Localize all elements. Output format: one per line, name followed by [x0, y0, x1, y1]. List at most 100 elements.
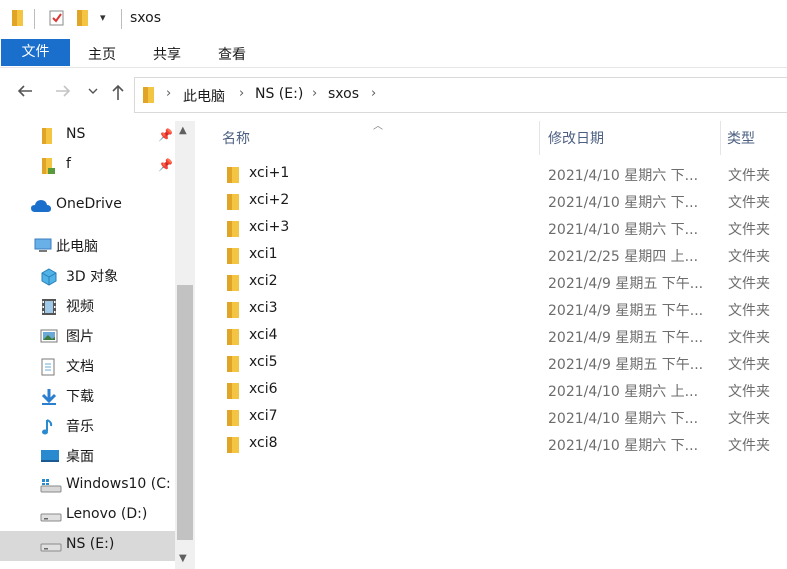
navigation-pane: NS 📌 f 📌 OneDrive 此电脑 3D 对象 视频 图片 文档 下载 … [0, 121, 196, 569]
table-row[interactable]: xci3 2021/4/9 星期五 下午... 文件夹 [221, 296, 787, 323]
drive-icon [40, 538, 62, 554]
nav-item-ns[interactable]: NS 📌 [0, 121, 175, 151]
folder-icon [226, 167, 240, 183]
address-bar[interactable]: › 此电脑 › NS (E:) › sxos › [134, 77, 787, 113]
tab-file[interactable]: 文件 [1, 39, 70, 66]
file-list: ︿ 名称 修改日期 类型 xci+1 2021/4/10 星期六 下... 文件夹 x… [196, 121, 787, 569]
breadcrumb-this-pc[interactable]: 此电脑 [183, 86, 225, 106]
breadcrumb-chevron-icon[interactable]: › [312, 86, 317, 101]
file-name: xci2 [249, 273, 278, 289]
folder-icon [40, 128, 58, 144]
pin-icon[interactable]: 📌 [158, 158, 173, 172]
folder-icon [226, 329, 240, 345]
breadcrumb-chevron-icon[interactable]: › [166, 86, 171, 101]
breadcrumb-ns-drive[interactable]: NS (E:) [255, 86, 303, 102]
file-modified-date: 2021/4/10 星期六 下... [548, 411, 699, 427]
nav-item-label: 文档 [66, 359, 94, 375]
scroll-thumb[interactable] [177, 285, 193, 540]
window-title: sxos [130, 10, 162, 26]
nav-item-onedrive[interactable]: OneDrive [0, 191, 175, 221]
folder-icon [11, 9, 25, 27]
nav-item-desktop[interactable]: 桌面 [0, 441, 175, 471]
nav-item-label: 桌面 [66, 449, 94, 465]
file-modified-date: 2021/4/9 星期五 下午... [548, 357, 704, 373]
nav-item-pictures[interactable]: 图片 [0, 321, 175, 351]
file-type: 文件夹 [728, 303, 770, 319]
up-button[interactable] [110, 83, 126, 101]
table-row[interactable]: xci5 2021/4/9 星期五 下午... 文件夹 [221, 350, 787, 377]
nav-item-label: Windows10 (C: [66, 476, 171, 492]
file-name: xci+1 [249, 165, 290, 181]
table-row[interactable]: xci4 2021/4/9 星期五 下午... 文件夹 [221, 323, 787, 350]
breadcrumb-chevron-icon[interactable]: › [239, 86, 244, 101]
new-folder-icon[interactable] [76, 9, 90, 27]
breadcrumb-chevron-icon[interactable]: › [371, 86, 376, 101]
file-name: xci7 [249, 408, 278, 424]
downloads-icon [40, 388, 58, 405]
file-modified-date: 2021/4/10 星期六 下... [548, 438, 699, 454]
folder-icon [226, 221, 240, 237]
table-row[interactable]: xci1 2021/2/25 星期四 上... 文件夹 [221, 242, 787, 269]
tab-view[interactable]: 查看 [218, 44, 246, 64]
this-pc-icon [33, 238, 52, 254]
file-name: xci3 [249, 300, 278, 316]
file-modified-date: 2021/4/10 星期六 下... [548, 195, 699, 211]
folder-icon [226, 248, 240, 264]
nav-item-lenovo-drive[interactable]: Lenovo (D:) [0, 501, 175, 531]
file-modified-date: 2021/4/10 星期六 下... [548, 168, 699, 184]
nav-item-label: 此电脑 [56, 239, 98, 255]
recent-locations-chevron-icon[interactable] [88, 87, 98, 95]
nav-item-this-pc[interactable]: 此电脑 [0, 231, 175, 261]
file-modified-date: 2021/4/10 星期六 下... [548, 222, 699, 238]
scroll-down-icon[interactable]: ▼ [179, 553, 187, 564]
pin-icon[interactable]: 📌 [158, 128, 173, 142]
nav-item-videos[interactable]: 视频 [0, 291, 175, 321]
column-header-date[interactable]: 修改日期 [548, 128, 604, 148]
nav-item-label: f [66, 156, 71, 172]
file-type: 文件夹 [728, 330, 770, 346]
nav-item-f[interactable]: f 📌 [0, 151, 175, 181]
navigation-bar: › 此电脑 › NS (E:) › sxos › [0, 69, 787, 121]
pictures-icon [40, 328, 58, 344]
nav-scrollbar[interactable]: ▲ ▼ [175, 121, 195, 569]
file-modified-date: 2021/4/9 星期五 下午... [548, 303, 704, 319]
tab-share[interactable]: 共享 [153, 44, 181, 64]
table-row[interactable]: xci+3 2021/4/10 星期六 下... 文件夹 [221, 215, 787, 242]
nav-item-music[interactable]: 音乐 [0, 411, 175, 441]
back-button[interactable] [16, 83, 34, 99]
column-header-type[interactable]: 类型 [727, 128, 755, 148]
file-name: xci4 [249, 327, 278, 343]
table-row[interactable]: xci+2 2021/4/10 星期六 下... 文件夹 [221, 188, 787, 215]
nav-item-ns-drive[interactable]: NS (E:) [0, 531, 175, 561]
nav-item-label: Lenovo (D:) [66, 506, 148, 522]
table-row[interactable]: xci2 2021/4/9 星期五 下午... 文件夹 [221, 269, 787, 296]
column-header-name[interactable]: 名称 [222, 128, 250, 148]
table-row[interactable]: xci+1 2021/4/10 星期六 下... 文件夹 [221, 161, 787, 188]
properties-icon[interactable] [48, 9, 66, 27]
quick-access-dropdown-icon[interactable]: ▾ [100, 11, 106, 24]
scroll-up-icon[interactable]: ▲ [179, 125, 187, 136]
nav-item-label: OneDrive [56, 196, 122, 212]
folder-icon [226, 383, 240, 399]
file-modified-date: 2021/2/25 星期四 上... [548, 249, 699, 265]
nav-item-3d-objects[interactable]: 3D 对象 [0, 261, 175, 291]
file-type: 文件夹 [728, 222, 770, 238]
table-row[interactable]: xci8 2021/4/10 星期六 下... 文件夹 [221, 431, 787, 458]
nav-item-documents[interactable]: 文档 [0, 351, 175, 381]
nav-item-windows10-drive[interactable]: Windows10 (C: [0, 471, 175, 501]
file-name: xci6 [249, 381, 278, 397]
desktop-icon [40, 448, 59, 464]
folder-icon [226, 275, 240, 291]
nav-item-downloads[interactable]: 下载 [0, 381, 175, 411]
file-type: 文件夹 [728, 249, 770, 265]
tab-home[interactable]: 主页 [88, 44, 116, 64]
forward-button[interactable] [54, 83, 72, 99]
music-icon [40, 418, 58, 435]
breadcrumb-sxos[interactable]: sxos [328, 86, 359, 102]
table-row[interactable]: xci6 2021/4/10 星期六 上... 文件夹 [221, 377, 787, 404]
file-name: xci1 [249, 246, 278, 262]
nav-item-label: 音乐 [66, 419, 94, 435]
table-row[interactable]: xci7 2021/4/10 星期六 下... 文件夹 [221, 404, 787, 431]
file-type: 文件夹 [728, 168, 770, 184]
documents-icon [40, 358, 58, 376]
